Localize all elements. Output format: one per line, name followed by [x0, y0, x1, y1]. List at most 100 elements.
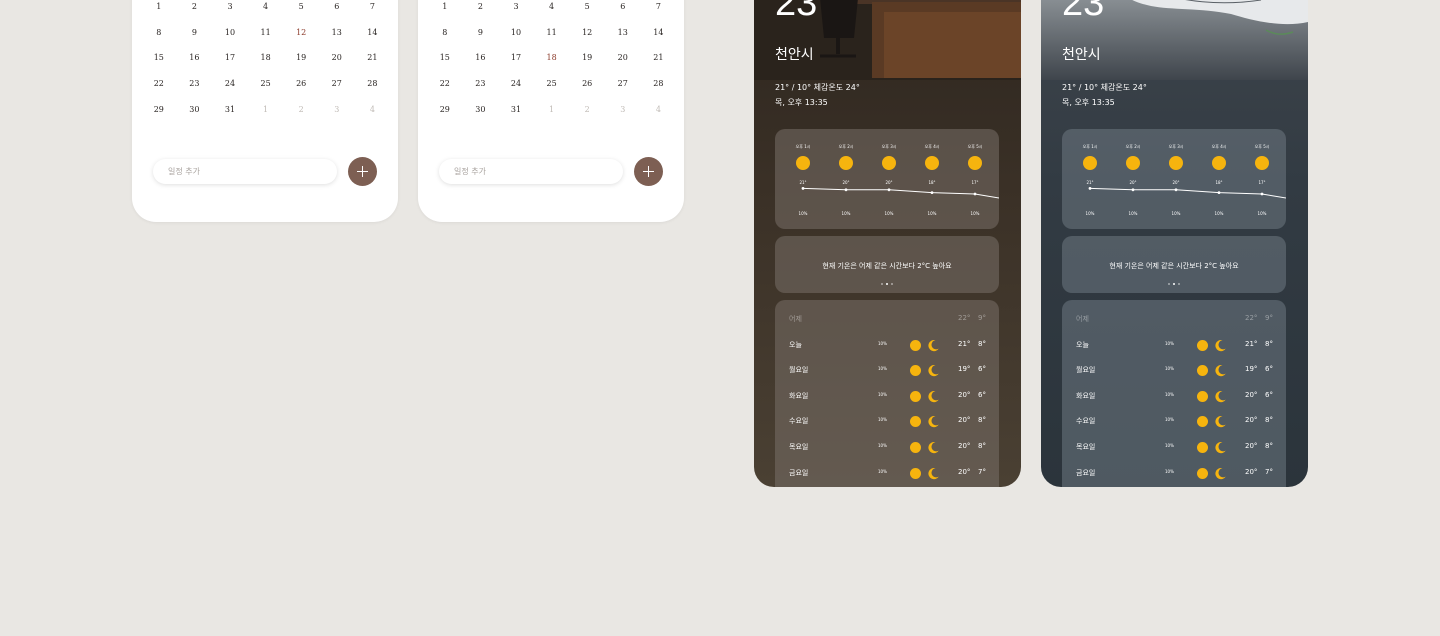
calendar-day[interactable]: 14 — [355, 20, 391, 46]
add-event-input[interactable]: 일정 추가 — [439, 159, 623, 184]
daily-forecast-row[interactable]: 오늘 10% 21° 8° — [775, 339, 999, 352]
calendar-day[interactable]: 21 — [641, 45, 677, 71]
calendar-day[interactable]: 12 — [569, 20, 605, 46]
calendar-day[interactable]: 1 — [534, 96, 570, 122]
calendar-day[interactable]: 16 — [177, 45, 213, 71]
hourly-forecast-panel[interactable]: 오후 1시 21° 10% 오후 2시 20° 10% 오후 3시 20° 10% 오후 4시 18… — [775, 129, 999, 229]
calendar-day[interactable]: 22 — [141, 71, 177, 97]
calendar-day[interactable]: 25 — [248, 71, 284, 97]
calendar-day[interactable]: 3 — [498, 0, 534, 20]
add-event-input[interactable]: 일정 추가 — [153, 159, 337, 184]
calendar-day[interactable]: 24 — [498, 71, 534, 97]
calendar-day[interactable]: 31 — [498, 96, 534, 122]
calendar-day[interactable]: 9 — [463, 20, 499, 46]
calendar-day[interactable]: 25 — [534, 71, 570, 97]
calendar-day[interactable]: 28 — [641, 71, 677, 97]
calendar-day[interactable]: 15 — [141, 45, 177, 71]
calendar-day[interactable]: 19 — [283, 45, 319, 71]
calendar-day[interactable]: 10 — [212, 20, 248, 46]
calendar-day[interactable]: 16 — [463, 45, 499, 71]
temperature-point — [1217, 191, 1221, 194]
calendar-day[interactable]: 8 — [141, 20, 177, 46]
comparison-message-panel[interactable]: 현재 기온은 어제 같은 시간보다 2°C 높아요 — [775, 236, 999, 293]
daily-forecast-row[interactable]: 수요일 10% 20° 8° — [1062, 416, 1286, 428]
calendar-day[interactable]: 29 — [427, 96, 463, 122]
daily-forecast-row[interactable]: 어제 22° 9° — [1062, 314, 1286, 326]
calendar-day[interactable]: 30 — [177, 96, 213, 122]
calendar-day[interactable]: 7 — [355, 0, 391, 20]
calendar-day[interactable]: 13 — [319, 20, 355, 46]
calendar-day[interactable]: 26 — [283, 71, 319, 97]
calendar-day[interactable]: 26 — [569, 71, 605, 97]
calendar-day[interactable]: 31 — [212, 96, 248, 122]
calendar-day[interactable]: 4 — [641, 96, 677, 122]
calendar-day[interactable]: 20 — [605, 45, 641, 71]
calendar-day[interactable]: 18 — [248, 45, 284, 71]
daily-forecast-row[interactable]: 오늘 10% 21° 8° — [1062, 339, 1286, 352]
calendar-day[interactable]: 19 — [569, 45, 605, 71]
daily-low: 7° — [978, 467, 986, 476]
calendar-day[interactable]: 29 — [141, 96, 177, 122]
calendar-day[interactable]: 4 — [534, 0, 570, 20]
calendar-day[interactable]: 23 — [463, 71, 499, 97]
calendar-day[interactable]: 12 — [283, 20, 319, 46]
calendar-day[interactable]: 11 — [248, 20, 284, 46]
calendar-day[interactable]: 3 — [319, 96, 355, 122]
daily-forecast-row[interactable]: 목요일 10% 20° 8° — [775, 441, 999, 454]
daily-forecast-row[interactable]: 화요일 10% 20° 6° — [775, 390, 999, 403]
calendar-day[interactable]: 11 — [534, 20, 570, 46]
calendar-day[interactable]: 13 — [605, 20, 641, 46]
calendar-day[interactable]: 4 — [248, 0, 284, 20]
calendar-day[interactable]: 28 — [355, 71, 391, 97]
calendar-day[interactable]: 4 — [355, 96, 391, 122]
daily-rain-chance: 10% — [878, 443, 887, 448]
calendar-day[interactable]: 20 — [319, 45, 355, 71]
daily-forecast-row[interactable]: 금요일 10% 20° 7° — [775, 467, 999, 480]
calendar-day[interactable]: 10 — [498, 20, 534, 46]
calendar-day[interactable]: 14 — [641, 20, 677, 46]
calendar-day[interactable]: 2 — [177, 0, 213, 20]
daily-forecast-row[interactable]: 월요일 10% 19° 6° — [1062, 365, 1286, 377]
comparison-message-panel[interactable]: 현재 기온은 어제 같은 시간보다 2°C 높아요 — [1062, 236, 1286, 293]
calendar-day[interactable]: 18 — [534, 45, 570, 71]
daily-forecast-row[interactable]: 어제 22° 9° — [775, 314, 999, 326]
calendar-day[interactable]: 2 — [463, 0, 499, 20]
calendar-day[interactable]: 3 — [212, 0, 248, 20]
calendar-day[interactable]: 6 — [605, 0, 641, 20]
calendar-day[interactable]: 15 — [427, 45, 463, 71]
add-event-button[interactable] — [634, 157, 663, 186]
calendar-day[interactable]: 9 — [177, 20, 213, 46]
calendar-day[interactable]: 23 — [177, 71, 213, 97]
calendar-day[interactable]: 1 — [141, 0, 177, 20]
daily-forecast-row[interactable]: 월요일 10% 19° 6° — [775, 365, 999, 377]
calendar-day[interactable]: 17 — [212, 45, 248, 71]
calendar-day[interactable]: 6 — [319, 0, 355, 20]
calendar-day[interactable]: 7 — [641, 0, 677, 20]
daily-forecast-row[interactable]: 화요일 10% 20° 6° — [1062, 390, 1286, 403]
calendar-day[interactable]: 27 — [605, 71, 641, 97]
calendar-day[interactable]: 5 — [283, 0, 319, 20]
daily-forecast-row[interactable]: 금요일 10% 20° 7° — [1062, 467, 1286, 480]
calendar-day[interactable]: 21 — [355, 45, 391, 71]
calendar-day[interactable]: 1 — [248, 96, 284, 122]
calendar-day[interactable]: 17 — [498, 45, 534, 71]
calendar-day[interactable]: 1 — [427, 0, 463, 20]
calendar-day[interactable]: 8 — [427, 20, 463, 46]
daily-rain-chance: 10% — [878, 366, 887, 372]
daily-forecast-row[interactable]: 목요일 10% 20° 8° — [1062, 441, 1286, 454]
calendar-day[interactable]: 30 — [463, 96, 499, 122]
hourly-forecast-panel[interactable]: 오후 1시 21° 10% 오후 2시 20° 10% 오후 3시 20° 10% 오후 4시 18… — [1062, 129, 1286, 229]
calendar-day[interactable]: 2 — [569, 96, 605, 122]
daily-low: 7° — [1265, 467, 1273, 476]
daily-rain-chance: 10% — [1165, 417, 1174, 423]
calendar-day[interactable]: 24 — [212, 71, 248, 97]
calendar-day[interactable]: 22 — [427, 71, 463, 97]
calendar-day[interactable]: 27 — [319, 71, 355, 97]
calendar-day[interactable]: 3 — [605, 96, 641, 122]
daily-low: 8° — [978, 442, 986, 450]
calendar-day[interactable]: 2 — [283, 96, 319, 122]
daily-forecast-row[interactable]: 수요일 10% 20° 8° — [775, 416, 999, 428]
daily-low: 8° — [1265, 442, 1273, 450]
calendar-day[interactable]: 5 — [569, 0, 605, 20]
add-event-button[interactable] — [348, 157, 377, 186]
